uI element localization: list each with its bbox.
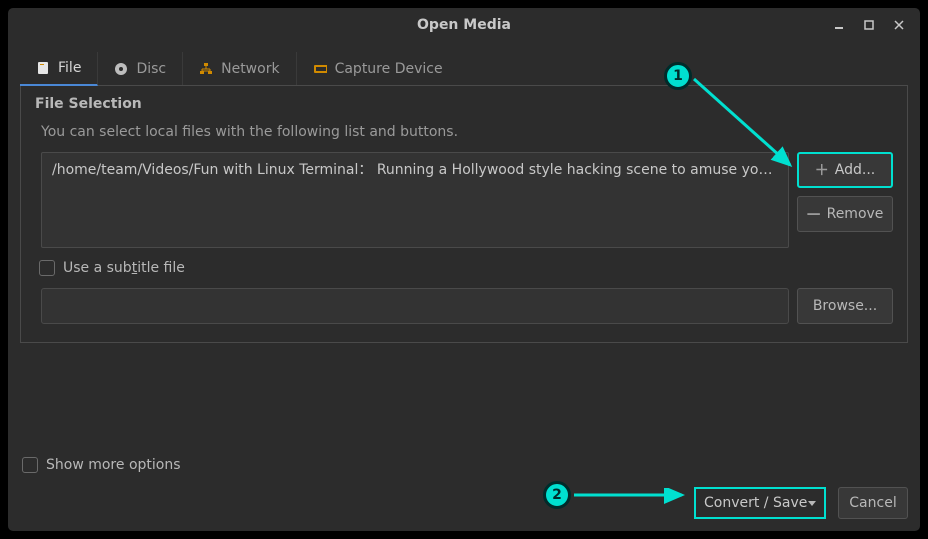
annotation-badge-2: 2 [543,481,571,509]
plus-icon: ＋ [815,160,829,180]
more-options-label: Show more options [46,457,181,473]
browse-label: Browse... [813,298,877,314]
bottom-area: Show more options Convert / Save Cancel [20,443,908,519]
open-media-dialog: Open Media File Disc Network Capture Dev [7,7,921,532]
action-row: Convert / Save Cancel [20,487,908,519]
tab-file[interactable]: File [20,52,98,86]
maximize-button[interactable] [854,11,884,39]
tab-label: Capture Device [335,61,443,77]
close-button[interactable] [884,11,914,39]
tab-label: File [58,60,81,76]
add-button[interactable]: ＋ Add... [797,152,893,188]
file-side-buttons: ＋ Add... — Remove [797,152,893,248]
window-controls [824,8,914,42]
file-selection-hint: You can select local files with the foll… [35,124,893,140]
more-options-checkbox[interactable] [22,457,38,473]
remove-button[interactable]: — Remove [797,196,893,232]
tab-disc[interactable]: Disc [98,52,183,85]
file-list[interactable]: /home/team/Videos/Fun with Linux Termina… [41,152,789,248]
file-list-item: /home/team/Videos/Fun with Linux Termina… [52,162,789,178]
minimize-button[interactable] [824,11,854,39]
dialog-content: File Disc Network Capture Device File Se… [8,42,920,531]
cancel-label: Cancel [849,495,896,511]
group-title: File Selection [35,96,893,112]
add-label: Add... [835,162,875,178]
annotation-badge-1: 1 [664,62,692,90]
remove-label: Remove [827,206,884,222]
file-icon [36,61,50,75]
subtitle-label: Use a subtitle file [63,260,185,276]
minus-icon: — [807,206,821,222]
capture-icon [313,62,327,76]
convert-label: Convert / Save [704,495,807,511]
browse-button[interactable]: Browse... [797,288,893,324]
tab-capture[interactable]: Capture Device [297,52,459,85]
chevron-down-icon [808,501,816,506]
tab-label: Disc [136,61,166,77]
subtitle-input-row: Browse... [35,288,893,324]
disc-icon [114,62,128,76]
file-selection-group: File Selection You can select local file… [20,86,908,343]
tab-bar: File Disc Network Capture Device [20,52,908,86]
titlebar: Open Media [8,8,920,42]
cancel-button[interactable]: Cancel [838,487,908,519]
convert-save-dropdown[interactable]: Convert / Save [694,487,826,519]
network-icon [199,62,213,76]
file-row: /home/team/Videos/Fun with Linux Termina… [35,152,893,248]
subtitle-checkbox[interactable] [39,260,55,276]
subtitle-path-input[interactable] [41,288,789,324]
more-options-row: Show more options [20,453,908,487]
tab-network[interactable]: Network [183,52,296,85]
subtitle-checkbox-row: Use a subtitle file [35,260,893,276]
tab-label: Network [221,61,279,77]
window-title: Open Media [417,17,511,33]
